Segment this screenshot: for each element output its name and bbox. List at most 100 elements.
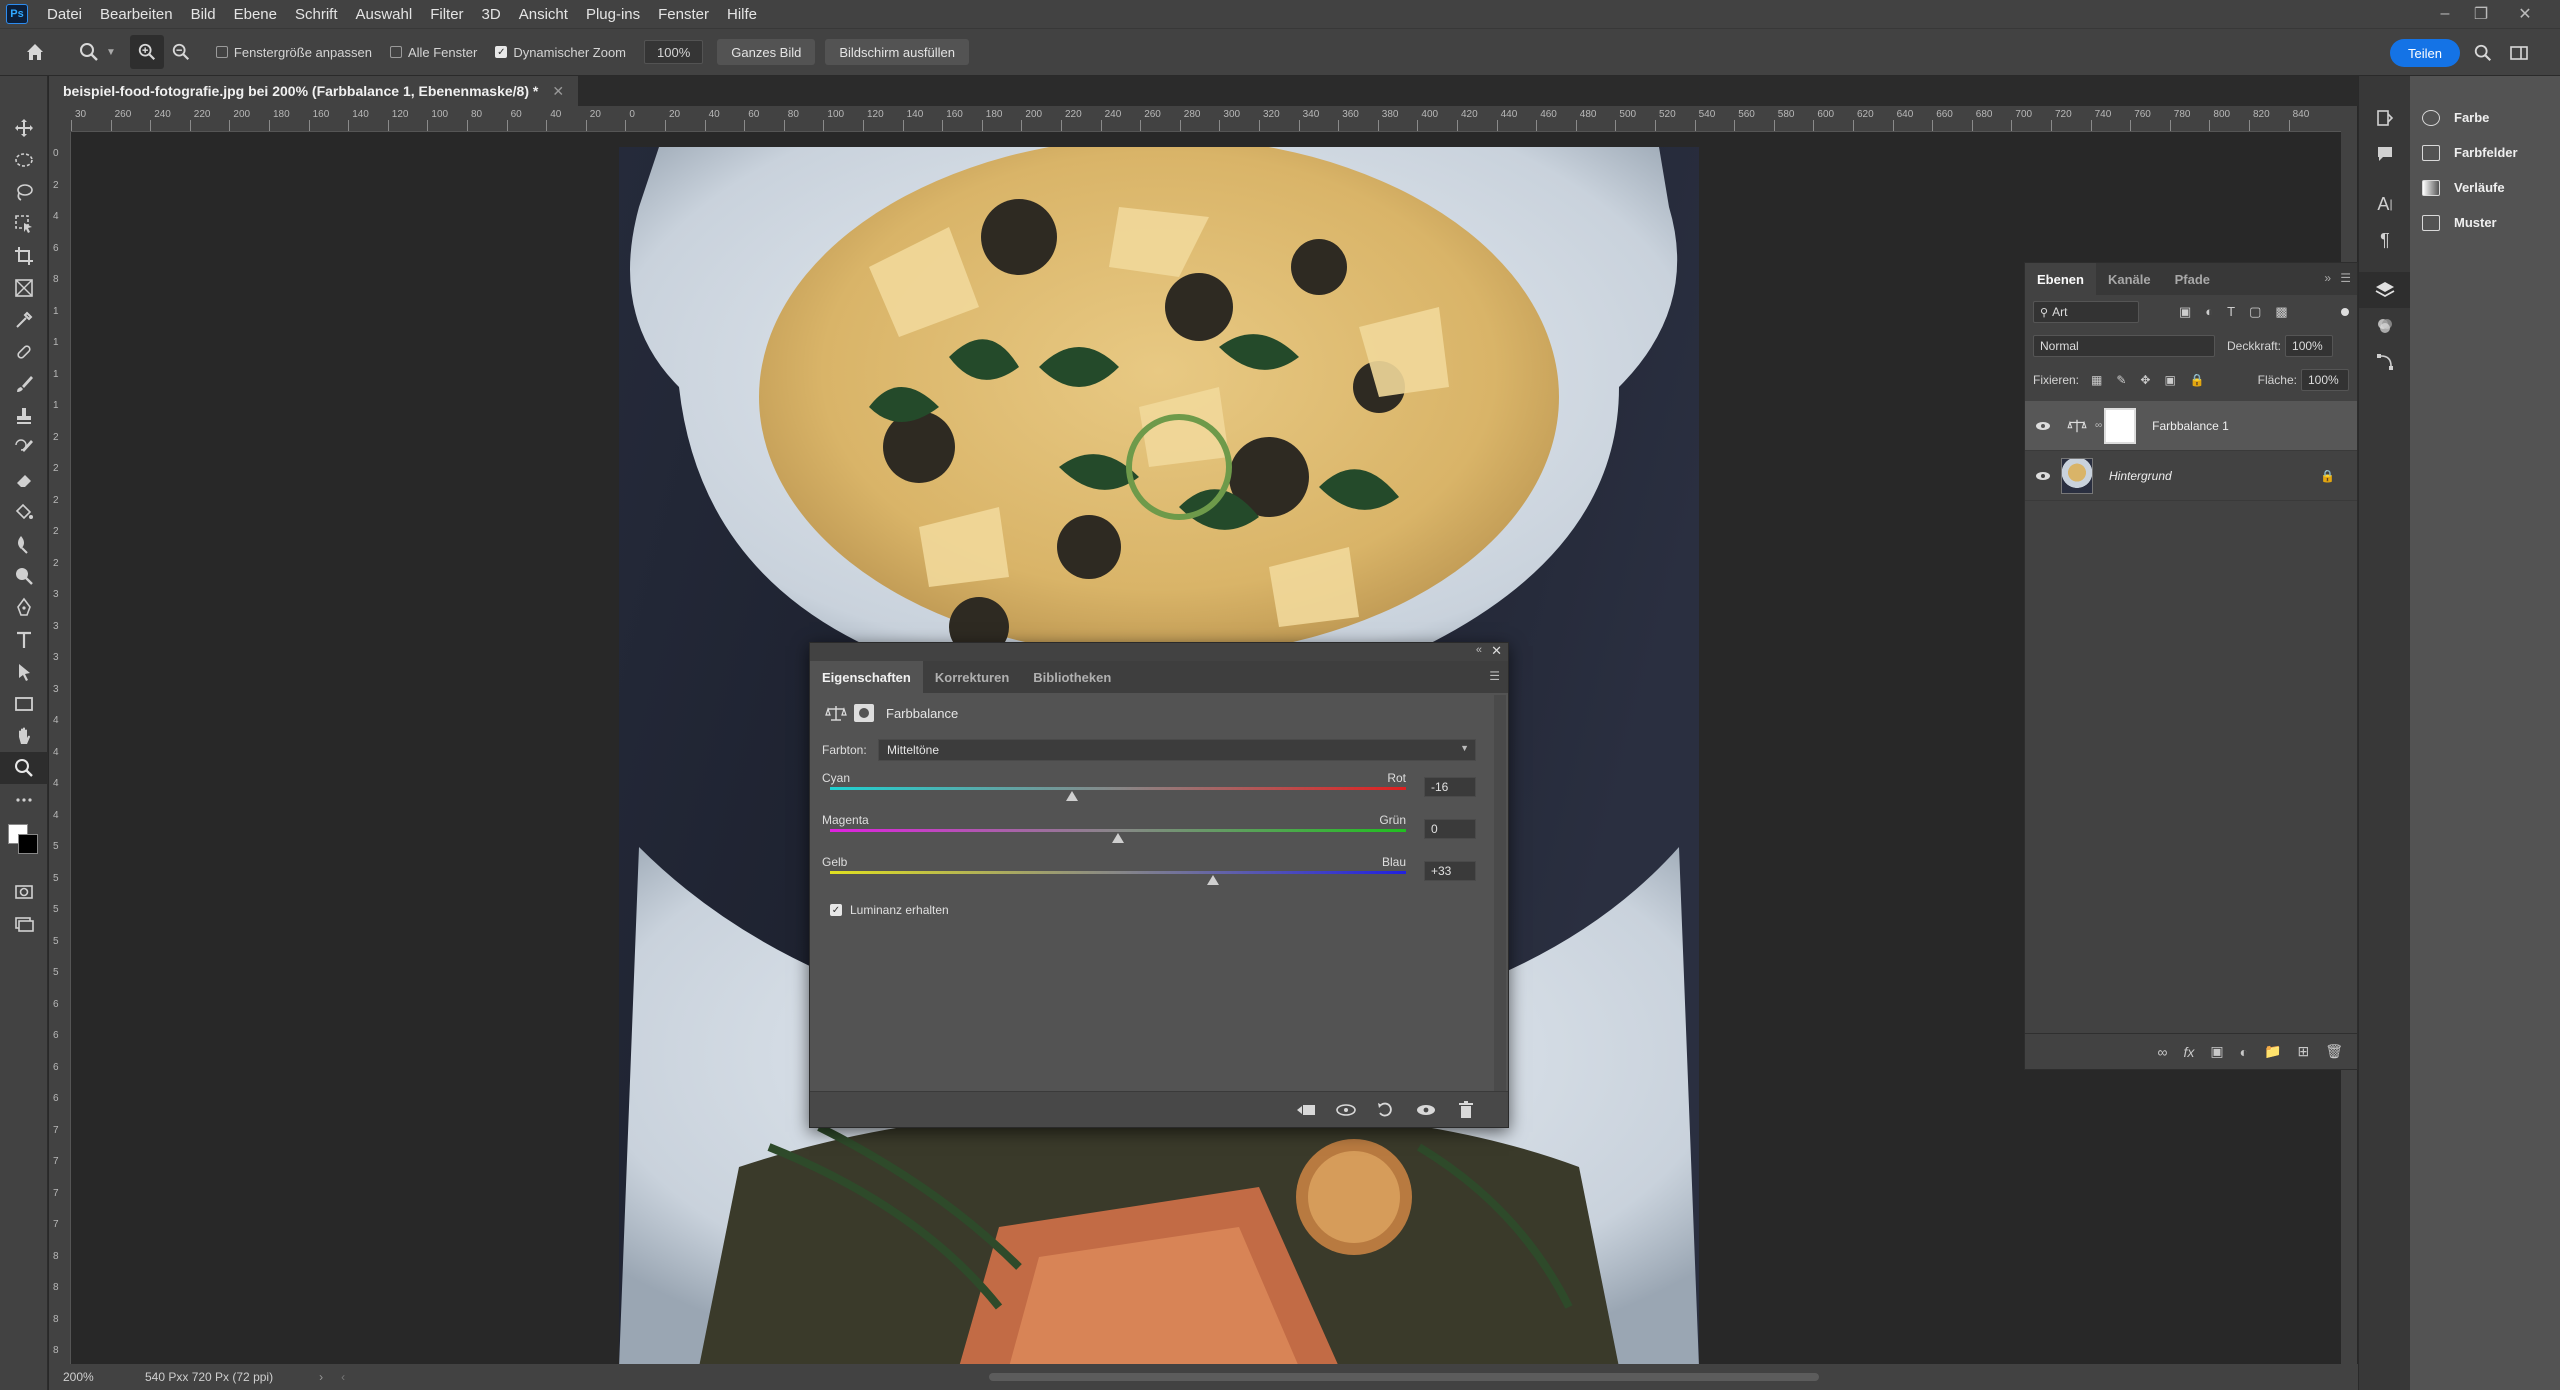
slider-value-field[interactable]: 0 (1424, 819, 1476, 839)
scroll-left-icon[interactable]: ‹ (341, 1370, 345, 1384)
cyan-red-slider[interactable]: Cyan Rot -16 (810, 769, 1508, 811)
yellow-blue-slider[interactable]: Gelb Blau +33 (810, 853, 1508, 895)
tab-eigenschaften[interactable]: Eigenschaften (810, 661, 923, 693)
opacity-field[interactable]: 100% (2285, 335, 2334, 357)
layer-row[interactable]: ∞ Farbbalance 1 (2025, 401, 2357, 451)
workspace-icon[interactable] (2502, 36, 2536, 70)
chevron-down-icon[interactable]: ▼ (106, 47, 116, 58)
layer-thumbnail[interactable] (2061, 457, 2093, 494)
delete-layer-icon[interactable]: 🗑 (2325, 1043, 2343, 1060)
pixel-filter-icon[interactable]: ▣ (2179, 304, 2191, 320)
lock-position-icon[interactable]: ✥ (2140, 373, 2150, 387)
zoom-level[interactable]: 200% (63, 1370, 133, 1384)
status-arrow-icon[interactable]: › (319, 1370, 323, 1384)
close-window-icon[interactable]: ✕ (2510, 0, 2540, 28)
clip-to-layer-icon[interactable] (1294, 1098, 1318, 1122)
lock-transparency-icon[interactable]: ▦ (2091, 373, 2102, 387)
layer-mask-thumbnail[interactable] (2104, 407, 2137, 444)
properties-titlebar[interactable]: « ✕ (810, 643, 1508, 661)
delete-icon[interactable] (1454, 1098, 1478, 1122)
collapse-panel-icon[interactable]: » (2324, 271, 2331, 285)
menu-bild[interactable]: Bild (182, 6, 225, 23)
tab-bibliotheken[interactable]: Bibliotheken (1021, 661, 1123, 693)
collapse-icon[interactable]: « (1476, 644, 1482, 656)
layer-row[interactable]: Hintergrund 🔒 (2025, 451, 2357, 501)
tone-select[interactable]: Mitteltöne ▼ (878, 739, 1476, 761)
menu-ansicht[interactable]: Ansicht (510, 6, 577, 23)
tab-korrekturen[interactable]: Korrekturen (923, 661, 1021, 693)
menu-bearbeiten[interactable]: Bearbeiten (91, 6, 182, 23)
adjustment-layer-icon[interactable]: ◐ (2240, 1044, 2248, 1060)
slider-thumb[interactable] (1112, 833, 1124, 843)
reset-icon[interactable] (1374, 1098, 1398, 1122)
slider-track[interactable] (830, 871, 1406, 874)
path-selection-icon[interactable] (0, 656, 48, 688)
add-mask-icon[interactable]: ▣ (2210, 1043, 2223, 1060)
panel-menu-icon[interactable]: ☰ (2340, 271, 2351, 285)
history-brush-icon[interactable] (0, 432, 48, 464)
menu-3d[interactable]: 3D (473, 6, 510, 23)
tab-ebenen[interactable]: Ebenen (2025, 263, 2096, 295)
channels-icon[interactable] (2359, 308, 2411, 344)
hand-tool-icon[interactable] (0, 720, 48, 752)
character-icon[interactable]: A | (2359, 186, 2411, 222)
panel-verlaeufe[interactable]: Verläufe (2410, 170, 2560, 205)
menu-plugins[interactable]: Plug-ins (577, 6, 649, 23)
more-tools-icon[interactable] (0, 784, 48, 816)
document-tab[interactable]: beispiel-food-fotografie.jpg bei 200% (F… (49, 76, 579, 106)
menu-hilfe[interactable]: Hilfe (718, 6, 766, 23)
healing-brush-icon[interactable] (0, 336, 48, 368)
zoom-tool-icon[interactable] (0, 752, 48, 784)
frame-tool-icon[interactable] (0, 272, 48, 304)
fx-icon[interactable]: fx (2183, 1044, 2194, 1060)
fit-window-checkbox[interactable]: Fenstergröße anpassen (215, 45, 372, 60)
search-icon[interactable] (2466, 36, 2500, 70)
chain-link-icon[interactable]: ∞ (2095, 420, 2102, 431)
type-filter-icon[interactable]: T (2227, 304, 2235, 320)
comments-icon[interactable] (2359, 136, 2411, 172)
adjustment-filter-icon[interactable]: ◐ (2205, 304, 2213, 320)
fill-screen-button[interactable]: Bildschirm ausfüllen (825, 39, 969, 65)
lock-pixels-icon[interactable]: ✎ (2116, 373, 2126, 387)
zoom-in-icon[interactable] (129, 35, 164, 69)
preserve-luminosity-checkbox[interactable]: ✓ Luminanz erhalten (810, 895, 1508, 925)
lock-artboard-icon[interactable]: ▣ (2164, 373, 2175, 387)
eyedropper-tool-icon[interactable] (0, 304, 48, 336)
zoom-percent-field[interactable]: 100% (644, 40, 704, 64)
view-previous-icon[interactable] (1334, 1098, 1358, 1122)
slider-value-field[interactable]: +33 (1424, 861, 1476, 881)
close-icon[interactable]: ✕ (1491, 643, 1502, 659)
color-swatches[interactable] (0, 816, 48, 876)
type-tool-icon[interactable] (0, 624, 48, 656)
link-layers-icon[interactable]: ∞ (2157, 1044, 2167, 1060)
menu-fenster[interactable]: Fenster (649, 6, 718, 23)
panel-farbe[interactable]: Farbe (2410, 100, 2560, 135)
panel-farbfelder[interactable]: Farbfelder (2410, 135, 2560, 170)
lock-all-icon[interactable]: 🔒 (2190, 373, 2205, 387)
tab-kanaele[interactable]: Kanäle (2096, 263, 2163, 295)
restore-icon[interactable]: ❐ (2466, 0, 2496, 28)
visibility-eye-icon[interactable] (2025, 420, 2061, 432)
blur-tool-icon[interactable] (0, 528, 48, 560)
mask-icon[interactable] (854, 704, 874, 722)
menu-auswahl[interactable]: Auswahl (347, 6, 422, 23)
menu-datei[interactable]: Datei (38, 6, 91, 23)
tab-pfade[interactable]: Pfade (2163, 263, 2222, 295)
properties-scrollbar[interactable] (1494, 695, 1506, 1091)
screen-mode-icon[interactable] (0, 908, 48, 940)
checkbox-checked-icon[interactable]: ✓ (830, 904, 842, 916)
dynamic-zoom-checkbox[interactable]: ✓ Dynamischer Zoom (495, 45, 626, 60)
visibility-eye-icon[interactable] (1414, 1098, 1438, 1122)
menu-filter[interactable]: Filter (421, 6, 472, 23)
zoom-tool-icon[interactable] (72, 35, 106, 69)
horizontal-scrollbar[interactable] (989, 1373, 1819, 1381)
background-color[interactable] (18, 834, 38, 854)
paragraph-icon[interactable]: ¶ (2359, 222, 2411, 258)
all-windows-checkbox[interactable]: Alle Fenster (389, 45, 477, 60)
magenta-green-slider[interactable]: Magenta Grün 0 (810, 811, 1508, 853)
rectangle-tool-icon[interactable] (0, 688, 48, 720)
slider-track[interactable] (830, 787, 1406, 790)
visibility-eye-icon[interactable] (2025, 470, 2061, 482)
paint-bucket-icon[interactable] (0, 496, 48, 528)
brush-tool-icon[interactable] (0, 368, 48, 400)
